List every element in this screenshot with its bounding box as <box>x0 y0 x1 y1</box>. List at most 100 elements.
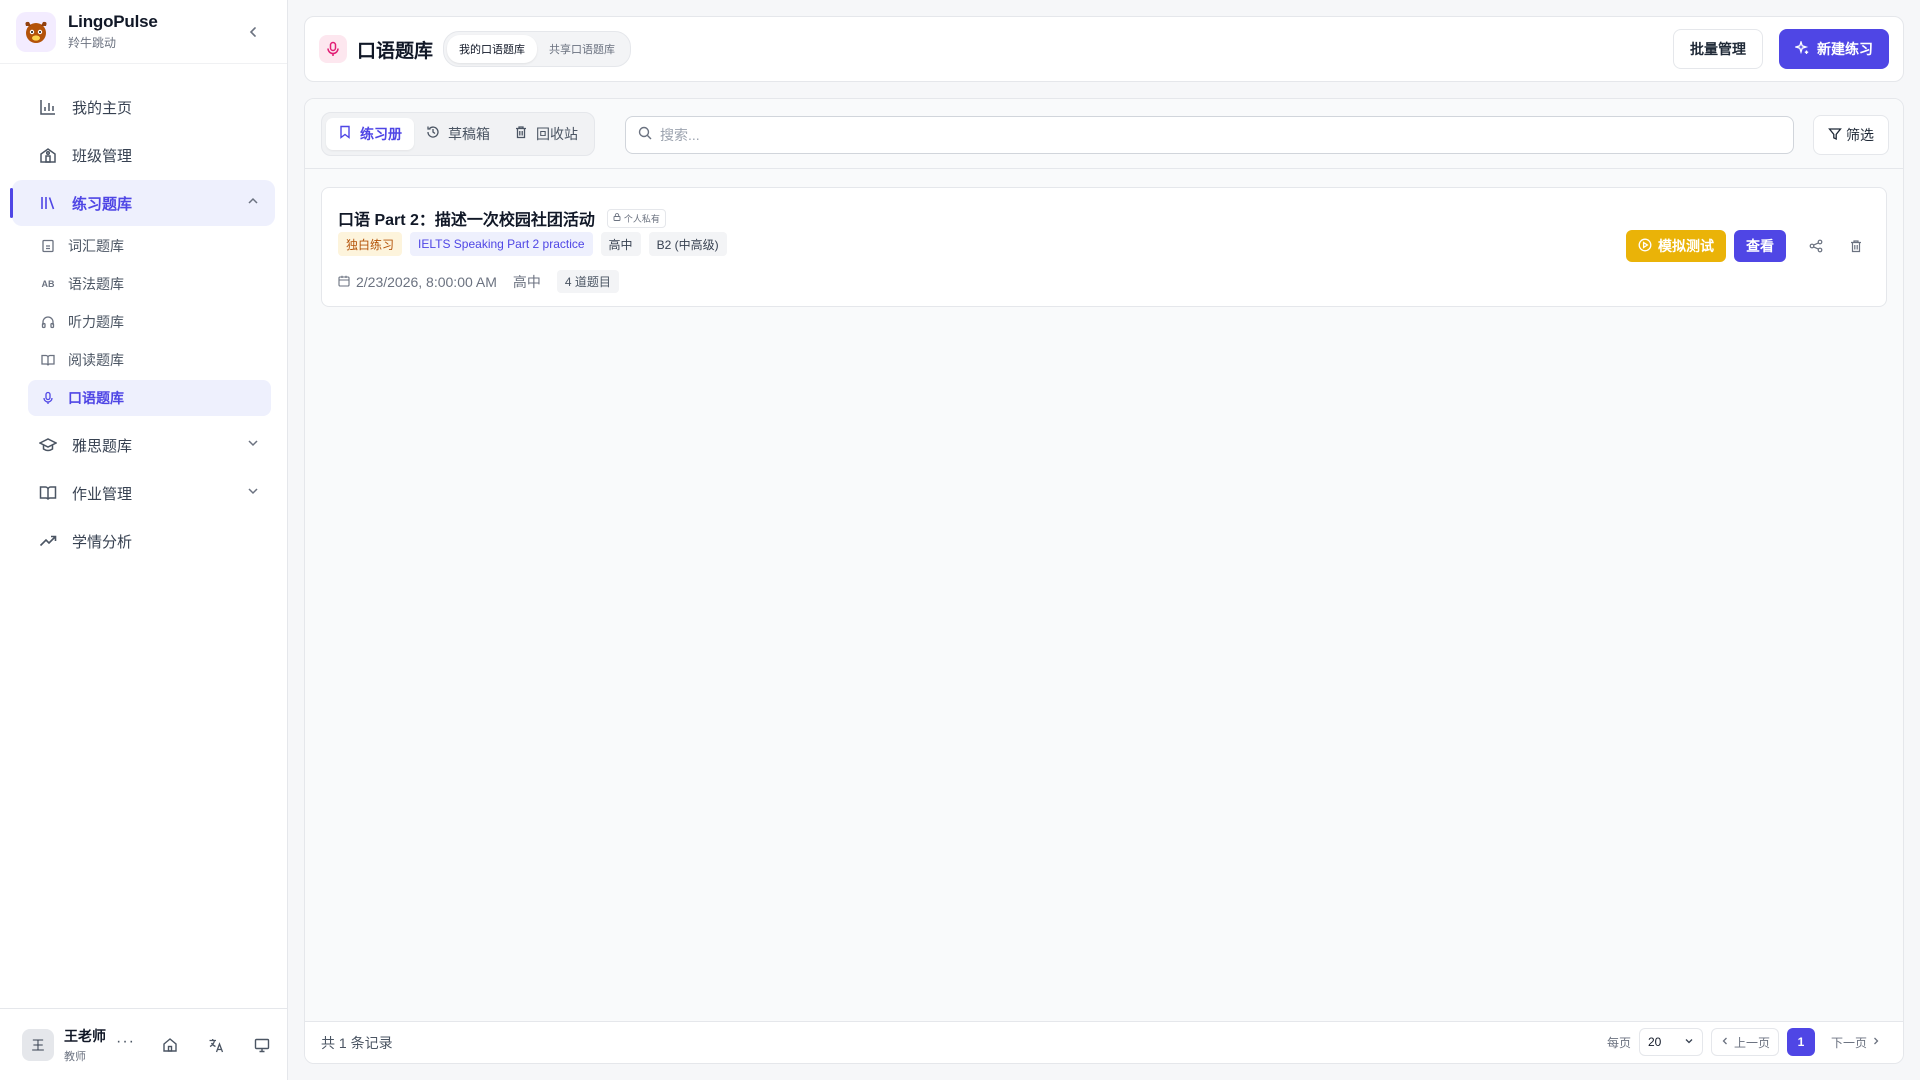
toolbar: 练习册 草稿箱 回收站 搜索... 筛选 <box>305 99 1903 169</box>
total-count: 共 1 条记录 <box>321 1034 393 1051</box>
sub-item-label: 听力题库 <box>68 314 124 330</box>
per-page-label: 每页 <box>1606 1035 1631 1050</box>
collapse-sidebar-icon[interactable] <box>243 22 263 42</box>
sub-item-label: 阅读题库 <box>68 352 124 368</box>
item-actions: 模拟测试 查看 <box>1626 230 1872 262</box>
list-footer: 共 1 条记录 每页 20 上一页 1 下一页 <box>305 1021 1903 1063</box>
more-icon[interactable]: ··· <box>116 1033 135 1051</box>
batch-manage-button[interactable]: 批量管理 <box>1673 29 1763 69</box>
question-count-badge: 4 道题目 <box>556 270 619 293</box>
brand-name: LingoPulse <box>68 12 158 31</box>
tag-cefr-level: B2 (中高级) <box>648 232 727 256</box>
privacy-label: 个人私有 <box>623 213 660 224</box>
history-icon <box>426 125 440 142</box>
page-header: 口语题库 我的口语题库 共享口语题库 批量管理 新建练习 <box>304 16 1904 82</box>
chevron-down-icon[interactable] <box>247 436 259 453</box>
sub-item-label: 口语题库 <box>68 390 124 406</box>
school-icon <box>38 145 58 165</box>
page-title: 口语题库 <box>357 40 434 62</box>
tab-my-bank[interactable]: 我的口语题库 <box>447 35 538 63</box>
tab-workbook[interactable]: 练习册 <box>326 117 414 150</box>
home-icon[interactable] <box>159 1034 181 1056</box>
brand-subtitle: 羚牛跳动 <box>68 36 117 50</box>
list-item[interactable]: 口语 Part 2：描述一次校园社团活动 个人私有 独白练习 IELTS Spe… <box>321 187 1887 307</box>
book-open-icon <box>38 483 58 503</box>
sub-item-label: 语法题库 <box>68 276 124 292</box>
sidebar-item-analytics[interactable]: 学情分析 <box>12 518 275 564</box>
per-page-value: 20 <box>1647 1035 1662 1049</box>
view-button[interactable]: 查看 <box>1734 230 1786 262</box>
sidebar-item-listening[interactable]: 听力题库 <box>28 304 271 340</box>
practice-bank-submenu: 词汇题库 AB 语法题库 听力题库 阅读题库 口语题库 <box>28 228 271 416</box>
search-icon <box>638 126 652 145</box>
trash-icon <box>514 125 528 142</box>
search-box <box>625 116 1794 154</box>
bank-scope-switch: 我的口语题库 共享口语题库 <box>443 31 632 67</box>
search-input[interactable] <box>660 127 1700 143</box>
item-title-text: 口语 Part 2：描述一次校园社团活动 <box>338 212 595 229</box>
filter-icon <box>1828 127 1842 144</box>
chevron-left-icon <box>1720 1035 1730 1049</box>
mock-test-label: 模拟测试 <box>1658 238 1714 254</box>
sidebar-item-speaking[interactable]: 口语题库 <box>28 380 271 416</box>
user-role: 教师 <box>64 1050 86 1063</box>
sidebar-item-homework[interactable]: 作业管理 <box>12 470 275 516</box>
sparkles-icon <box>1793 39 1809 58</box>
user-name: 王老师 <box>64 1027 106 1044</box>
brand-header: LingoPulse 羚牛跳动 <box>0 0 287 64</box>
item-meta: 2/23/2026, 8:00:00 AM 高中 4 道题目 <box>338 270 619 293</box>
sidebar-item-home[interactable]: 我的主页 <box>12 84 275 130</box>
brand-logo <box>16 11 56 52</box>
tab-label: 草稿箱 <box>448 125 490 142</box>
page-number-current[interactable]: 1 <box>1786 1028 1815 1056</box>
tag-grade: 高中 <box>600 232 641 256</box>
sidebar-item-ielts[interactable]: 雅思题库 <box>12 422 275 468</box>
mock-test-button[interactable]: 模拟测试 <box>1626 230 1726 262</box>
tab-drafts[interactable]: 草稿箱 <box>414 118 502 150</box>
sidebar-item-vocab[interactable]: 词汇题库 <box>28 228 271 264</box>
avatar[interactable]: 王 <box>22 1028 54 1061</box>
tab-label: 练习册 <box>360 125 402 142</box>
sidebar-item-practice-bank[interactable]: 练习题库 <box>10 180 275 226</box>
tab-recycle-bin[interactable]: 回收站 <box>502 118 590 150</box>
tag-mode: 独白练习 <box>338 232 403 256</box>
sidebar-item-label: 我的主页 <box>72 99 133 117</box>
sidebar-item-classes[interactable]: 班级管理 <box>12 132 275 178</box>
share-icon[interactable] <box>1800 230 1832 262</box>
next-page-button[interactable]: 下一页 <box>1823 1028 1889 1056</box>
bookmark-icon <box>338 125 352 142</box>
status-tabs: 练习册 草稿箱 回收站 <box>321 111 595 156</box>
chevron-up-icon[interactable] <box>247 194 259 211</box>
filter-button[interactable]: 筛选 <box>1813 115 1889 155</box>
tab-shared-bank[interactable]: 共享口语题库 <box>537 35 627 63</box>
sidebar-item-label: 班级管理 <box>72 147 133 165</box>
sidebar-item-reading[interactable]: 阅读题库 <box>28 342 271 378</box>
calendar-icon <box>338 274 350 290</box>
per-page-select[interactable]: 20 <box>1638 1028 1703 1056</box>
play-circle-icon <box>1638 238 1652 255</box>
sidebar-item-label: 雅思题库 <box>72 437 133 455</box>
chevron-down-icon[interactable] <box>247 484 259 501</box>
lock-icon <box>613 213 621 223</box>
trending-up-icon <box>38 531 58 551</box>
main-panel: 练习册 草稿箱 回收站 搜索... 筛选 口语 Part 2：描述一次校园社团活… <box>304 98 1904 1064</box>
graduation-cap-icon <box>38 435 58 455</box>
next-page-label: 下一页 <box>1830 1035 1867 1050</box>
filter-label: 筛选 <box>1846 127 1874 143</box>
item-title: 口语 Part 2：描述一次校园社团活动 个人私有 <box>338 206 666 230</box>
sidebar: LingoPulse 羚牛跳动 我的主页 班级管理 练习题库 词汇题库 AB 语… <box>0 0 288 1080</box>
mic-icon <box>319 35 347 63</box>
prev-page-button[interactable]: 上一页 <box>1710 1028 1779 1056</box>
tag-description: IELTS Speaking Part 2 practice <box>410 232 593 256</box>
sub-item-label: 词汇题库 <box>68 238 124 254</box>
monitor-icon[interactable] <box>251 1034 273 1056</box>
translate-icon[interactable] <box>205 1034 227 1056</box>
sidebar-item-grammar[interactable]: AB 语法题库 <box>28 266 271 302</box>
tab-label: 回收站 <box>536 125 578 142</box>
new-practice-button[interactable]: 新建练习 <box>1779 29 1889 69</box>
privacy-badge: 个人私有 <box>606 208 666 228</box>
book-icon <box>40 352 56 368</box>
sidebar-item-label: 练习题库 <box>72 195 133 213</box>
item-tags: 独白练习 IELTS Speaking Part 2 practice 高中 B… <box>338 232 727 256</box>
delete-icon[interactable] <box>1840 230 1872 262</box>
